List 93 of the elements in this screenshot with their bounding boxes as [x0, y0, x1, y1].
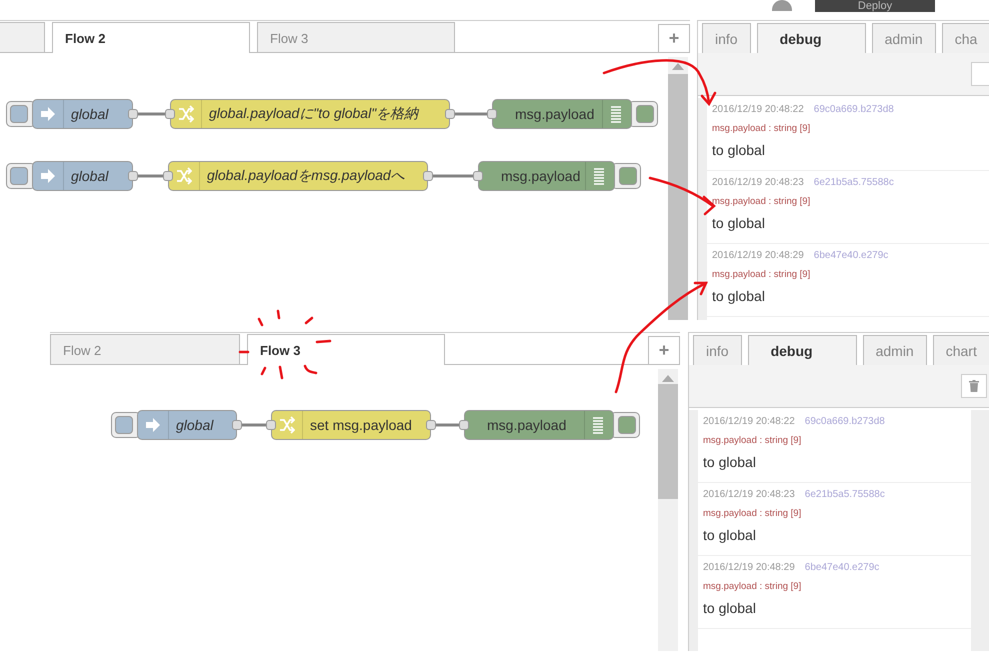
port-handle[interactable] [473, 171, 483, 181]
port-handle[interactable] [445, 109, 455, 119]
node-id-link[interactable]: 6be47e40.e279c [814, 250, 888, 261]
message-time: 2016/12/19 20:48:22 [712, 104, 804, 115]
node-label: global [71, 168, 108, 184]
trash-icon [969, 380, 979, 392]
list-icon [592, 416, 604, 434]
debug-node[interactable]: msg.payload [492, 99, 632, 129]
port-handle[interactable] [487, 109, 497, 119]
sidebar-tab[interactable]: cha [942, 23, 989, 53]
sidebar-tab[interactable]: debug [756, 23, 866, 53]
message-value: to global [712, 288, 766, 304]
node-id-link[interactable]: 6e21b5a5.75588c [804, 489, 885, 500]
wire [433, 174, 473, 178]
message-time: 2016/12/19 20:48:29 [703, 562, 795, 573]
scroll-up-icon[interactable] [672, 63, 684, 70]
arrow-icon [145, 416, 161, 434]
node-label: msg.payload [487, 417, 566, 433]
list-icon [593, 167, 605, 185]
node-label: global.payloadをmsg.payloadへ [207, 167, 405, 185]
node-label: msg.payload [501, 168, 580, 184]
port-handle[interactable] [423, 171, 433, 181]
sidebar-tab[interactable]: info [702, 23, 751, 53]
user-icon[interactable] [771, 0, 793, 11]
node-id-link[interactable]: 6be47e40.e279c [804, 562, 880, 573]
message-value: to global [712, 142, 766, 158]
port-handle[interactable] [232, 420, 242, 430]
message-topic: msg.payload : string [9] [703, 508, 802, 519]
list-icon [610, 105, 622, 123]
node-label: set msg.payload [310, 417, 412, 433]
wire [138, 112, 165, 116]
port-handle[interactable] [128, 171, 138, 181]
scrollbar-thumb[interactable] [658, 384, 678, 499]
node-id-link[interactable]: 69c0a669.b273d8 [814, 104, 894, 115]
debug-node[interactable]: msg.payload [478, 161, 615, 191]
sidebar-tab[interactable]: debug [748, 335, 857, 365]
port-handle[interactable] [266, 420, 276, 430]
node-label: global [176, 417, 214, 433]
message-topic: msg.payload : string [9] [703, 435, 802, 446]
message-value: to global [703, 527, 757, 543]
workspace-tab[interactable]: Flow 2 [50, 334, 240, 364]
inject-node[interactable]: global [32, 161, 133, 191]
port-handle[interactable] [165, 109, 175, 119]
node-label: msg.payload [515, 106, 594, 122]
sidebar-tab[interactable]: admin [862, 335, 927, 365]
change-node[interactable]: global.payloadに"to global"を格納 [170, 99, 450, 129]
message-time: 2016/12/19 20:48:22 [703, 416, 795, 427]
sidebar-tab[interactable]: admin [872, 23, 936, 53]
port-handle[interactable] [426, 420, 436, 430]
shuffle-icon [176, 167, 192, 185]
message-value: to global [703, 454, 757, 470]
add-tab-button[interactable]: + [658, 24, 690, 52]
message-topic: msg.payload : string [9] [712, 196, 812, 207]
scroll-up-icon[interactable] [662, 375, 674, 382]
port-handle[interactable] [128, 109, 138, 119]
message-time: 2016/12/19 20:48:29 [712, 250, 804, 261]
workspace-tab[interactable]: Flow 3 [247, 334, 445, 365]
inject-node[interactable]: global [137, 410, 237, 440]
workspace-tab[interactable]: Flow 2 [52, 22, 250, 53]
message-value: to global [712, 215, 766, 231]
wire [455, 112, 487, 116]
port-handle[interactable] [459, 420, 469, 430]
message-time: 2016/12/19 20:48:23 [712, 177, 804, 188]
arrow-icon [40, 105, 56, 123]
port-handle[interactable] [163, 171, 173, 181]
sidebar-tab[interactable]: chart [932, 335, 989, 365]
arrow-icon [40, 167, 56, 185]
shuffle-icon [178, 105, 194, 123]
inject-node[interactable]: global [32, 99, 133, 129]
node-id-link[interactable]: 69c0a669.b273d8 [804, 416, 885, 427]
change-node[interactable]: global.payloadをmsg.payloadへ [168, 161, 428, 191]
clear-button[interactable] [961, 374, 987, 398]
scrollbar[interactable] [658, 369, 678, 651]
sidebar-tab[interactable]: info [693, 335, 742, 365]
node-id-link[interactable]: 6e21b5a5.75588c [814, 177, 894, 188]
wire [138, 174, 163, 178]
message-value: to global [703, 600, 757, 616]
message-topic: msg.payload : string [9] [712, 123, 812, 134]
deploy-button[interactable]: Deploy [815, 0, 935, 12]
toolbar-button[interactable] [971, 62, 989, 86]
message-topic: msg.payload : string [9] [703, 581, 802, 592]
shuffle-icon [279, 416, 295, 434]
wire [242, 424, 266, 426]
workspace-tab[interactable]: Flow 3 [257, 22, 455, 52]
change-node[interactable]: set msg.payload [271, 410, 431, 440]
message-topic: msg.payload : string [9] [712, 269, 812, 280]
node-label: global.payloadに"to global"を格納 [209, 105, 418, 123]
add-tab-button[interactable]: + [648, 336, 680, 364]
message-time: 2016/12/19 20:48:23 [703, 489, 795, 500]
wire [436, 424, 459, 426]
node-label: global [71, 106, 108, 122]
debug-node[interactable]: msg.payload [464, 410, 614, 440]
workspace-tab[interactable] [0, 22, 45, 52]
